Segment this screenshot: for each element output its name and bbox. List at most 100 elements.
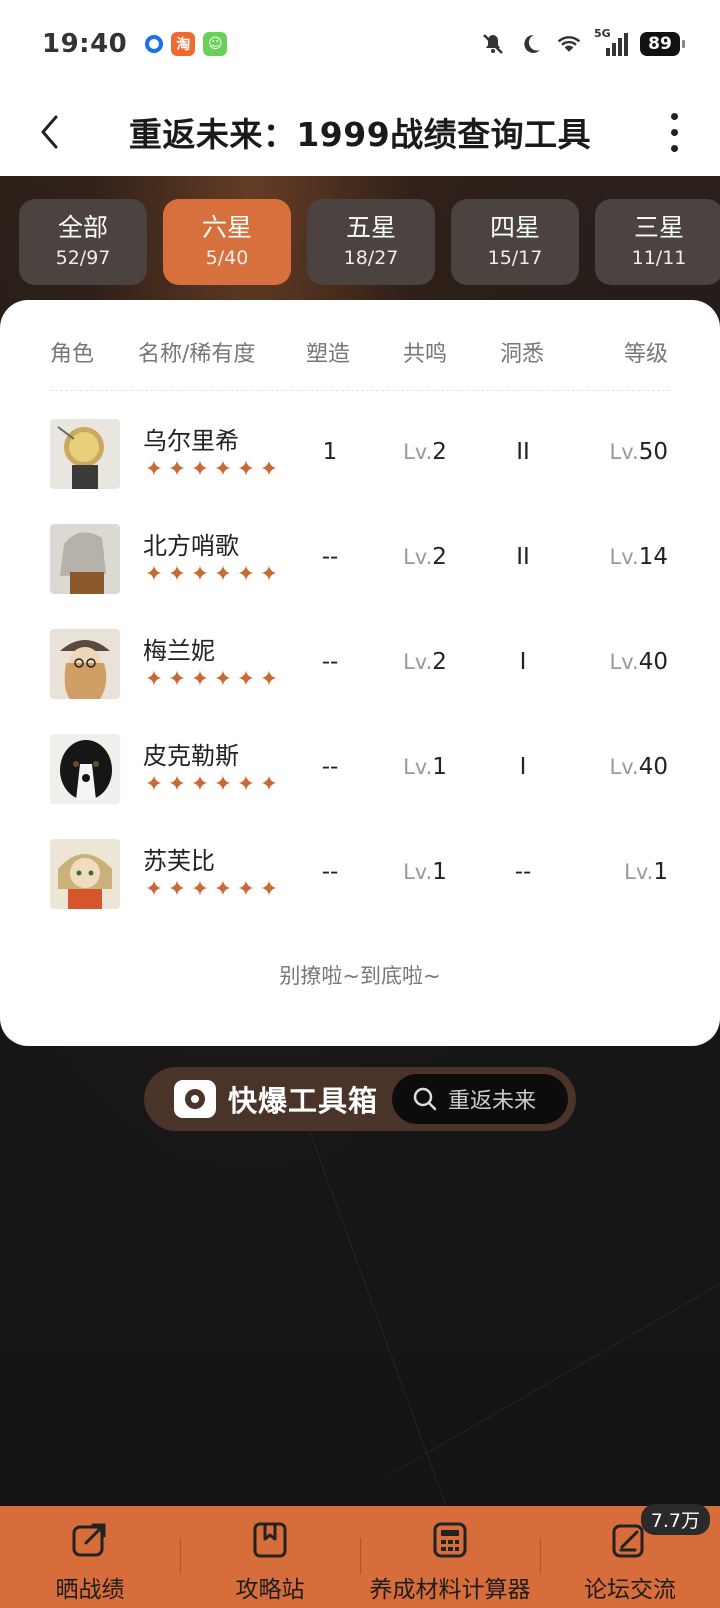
character-name: 苏芙比 bbox=[143, 847, 215, 875]
rarity-tabs: 全部 52/97 六星 5/40 五星 18/27 四星 15/17 三星 11… bbox=[19, 199, 720, 285]
tab-five-star[interactable]: 五星 18/27 bbox=[307, 199, 435, 285]
tab-count: 52/97 bbox=[55, 247, 111, 269]
rarity-stars: ✦ ✦ ✦ ✦ ✦ ✦ bbox=[143, 459, 280, 481]
level-prefix: Lv. bbox=[609, 545, 639, 569]
level-prefix: Lv. bbox=[403, 650, 433, 674]
network-type: 5G bbox=[594, 27, 611, 40]
toolbox-brand: 快爆工具箱 bbox=[228, 1084, 379, 1118]
page-title: 重返未来：1999战绩查询工具 bbox=[128, 115, 592, 154]
character-avatar bbox=[50, 839, 120, 909]
table-row[interactable]: 梅兰妮 ✦ ✦ ✦ ✦ ✦ ✦ -- Lv.2 I Lv.40 bbox=[0, 609, 720, 717]
signal-icon: 5G bbox=[594, 27, 628, 57]
resonance-value: Lv.2 bbox=[395, 439, 455, 465]
more-menu-button[interactable] bbox=[662, 106, 686, 158]
tab-four-star[interactable]: 四星 15/17 bbox=[451, 199, 579, 285]
star-icon: ✦ bbox=[236, 877, 256, 902]
level-prefix: Lv. bbox=[609, 440, 639, 464]
resonance-number: 1 bbox=[432, 859, 447, 885]
toolbox-banner[interactable]: 快爆工具箱 重返未来 bbox=[144, 1067, 576, 1131]
rarity-stars: ✦ ✦ ✦ ✦ ✦ ✦ bbox=[143, 669, 280, 691]
header-role: 角色 bbox=[50, 342, 95, 367]
app-header: 重返未来：1999战绩查询工具 bbox=[0, 88, 720, 176]
star-icon: ✦ bbox=[167, 457, 187, 482]
shape-value: -- bbox=[321, 859, 339, 885]
nav-label: 论坛交流 bbox=[584, 1577, 676, 1603]
character-name: 皮克勒斯 bbox=[143, 742, 239, 770]
rarity-stars: ✦ ✦ ✦ ✦ ✦ ✦ bbox=[143, 879, 280, 901]
star-icon: ✦ bbox=[213, 457, 233, 482]
character-name: 梅兰妮 bbox=[143, 637, 215, 665]
tab-label: 四星 bbox=[489, 213, 540, 242]
tab-three-star[interactable]: 三星 11/11 bbox=[595, 199, 720, 285]
table-row[interactable]: 皮克勒斯 ✦ ✦ ✦ ✦ ✦ ✦ -- Lv.1 I Lv.40 bbox=[0, 714, 720, 822]
level-number: 50 bbox=[638, 439, 668, 465]
search-icon bbox=[413, 1087, 437, 1111]
baidu-icon bbox=[145, 35, 164, 53]
toolbox-search-button[interactable]: 重返未来 bbox=[392, 1074, 568, 1124]
level-number: 1 bbox=[653, 859, 668, 885]
star-icon: ✦ bbox=[236, 457, 256, 482]
header-level: 等级 bbox=[624, 342, 669, 367]
shape-value: -- bbox=[321, 754, 339, 780]
star-icon: ✦ bbox=[259, 457, 279, 482]
character-name: 乌尔里希 bbox=[143, 427, 239, 455]
level-number: 14 bbox=[638, 544, 668, 570]
star-icon: ✦ bbox=[167, 667, 187, 692]
notification-icons: 淘 ☺ bbox=[145, 32, 228, 56]
forum-count-badge: 7.7万 bbox=[640, 1504, 710, 1535]
level-value: Lv.1 bbox=[624, 859, 668, 885]
level-prefix: Lv. bbox=[609, 755, 639, 779]
star-icon: ✦ bbox=[259, 772, 279, 797]
nav-material-calculator[interactable]: 养成材料计算器 bbox=[360, 1506, 540, 1608]
table-row[interactable]: 乌尔里希 ✦ ✦ ✦ ✦ ✦ ✦ 1 Lv.2 II Lv.50 bbox=[0, 399, 720, 507]
back-button[interactable] bbox=[24, 106, 76, 158]
taobao-icon: 淘 bbox=[171, 32, 196, 56]
battery-indicator: 89 bbox=[640, 32, 685, 56]
table-row[interactable]: 苏芙比 ✦ ✦ ✦ ✦ ✦ ✦ -- Lv.1 -- Lv.1 bbox=[0, 819, 720, 927]
star-icon: ✦ bbox=[190, 667, 210, 692]
level-number: 40 bbox=[638, 649, 668, 675]
table-header: 角色 名称/稀有度 塑造 共鸣 洞悉 等级 bbox=[0, 300, 720, 392]
rarity-stars: ✦ ✦ ✦ ✦ ✦ ✦ bbox=[143, 774, 280, 796]
more-dot-icon bbox=[670, 144, 678, 152]
more-dot-icon bbox=[670, 112, 678, 120]
resonance-number: 2 bbox=[432, 649, 447, 675]
level-prefix: Lv. bbox=[609, 650, 639, 674]
tab-label: 全部 bbox=[57, 213, 108, 242]
star-icon: ✦ bbox=[190, 562, 210, 587]
nav-share-record[interactable]: 晒战绩 bbox=[0, 1506, 180, 1608]
star-icon: ✦ bbox=[213, 562, 233, 587]
mute-icon bbox=[480, 31, 506, 57]
level-number: 40 bbox=[638, 754, 668, 780]
toolbox-search-text: 重返未来 bbox=[448, 1089, 537, 1114]
character-name: 北方哨歌 bbox=[143, 532, 239, 560]
table-row[interactable]: 北方哨歌 ✦ ✦ ✦ ✦ ✦ ✦ -- Lv.2 II Lv.14 bbox=[0, 504, 720, 612]
insight-value: II bbox=[516, 544, 530, 570]
insight-value: I bbox=[519, 649, 527, 675]
nav-forum[interactable]: 论坛交流 7.7万 bbox=[540, 1504, 720, 1608]
level-prefix: Lv. bbox=[403, 755, 433, 779]
insight-value: I bbox=[519, 754, 527, 780]
star-icon: ✦ bbox=[167, 772, 187, 797]
resonance-value: Lv.1 bbox=[395, 754, 455, 780]
tab-six-star[interactable]: 六星 5/40 bbox=[163, 199, 291, 285]
status-bar: 19:40 淘 ☺ 5G 89 bbox=[0, 0, 720, 88]
nav-label: 晒战绩 bbox=[55, 1577, 125, 1603]
star-icon: ✦ bbox=[236, 667, 256, 692]
app-icon: ☺ bbox=[203, 32, 228, 56]
end-of-list-text: 别撩啦~到底啦~ bbox=[279, 964, 441, 988]
header-shape: 塑造 bbox=[306, 342, 351, 367]
shape-value: -- bbox=[321, 544, 339, 570]
character-avatar bbox=[50, 629, 120, 699]
star-icon: ✦ bbox=[144, 667, 164, 692]
tab-all[interactable]: 全部 52/97 bbox=[19, 199, 147, 285]
star-icon: ✦ bbox=[190, 772, 210, 797]
toolbox-logo-icon bbox=[174, 1080, 216, 1118]
wifi-icon bbox=[556, 31, 582, 57]
header-name-rarity: 名称/稀有度 bbox=[138, 342, 256, 367]
level-value: Lv.50 bbox=[610, 439, 668, 465]
nav-guide-site[interactable]: 攻略站 bbox=[180, 1506, 360, 1608]
tab-count: 11/11 bbox=[631, 247, 687, 269]
chevron-left-icon bbox=[41, 115, 58, 149]
level-prefix: Lv. bbox=[403, 545, 433, 569]
